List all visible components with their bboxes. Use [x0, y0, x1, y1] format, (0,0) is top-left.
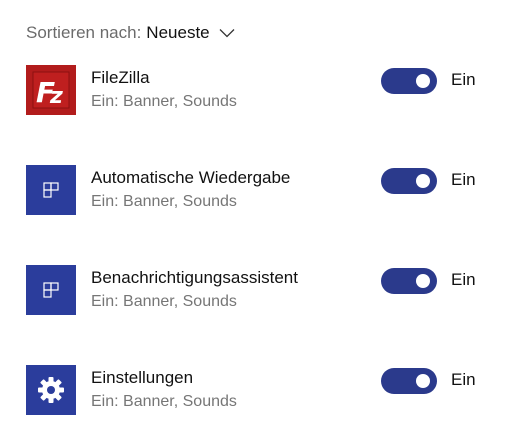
toggle-knob — [416, 74, 430, 88]
toggle-knob — [416, 374, 430, 388]
sort-label: Sortieren nach: — [26, 23, 142, 42]
app-subtitle: Ein: Banner, Sounds — [91, 93, 237, 110]
app-placeholder-icon — [26, 265, 76, 315]
app-text: Benachrichtigungsassistent Ein: Banner, … — [91, 267, 298, 312]
sort-dropdown[interactable]: Sortieren nach: Neueste — [26, 21, 235, 45]
toggle-state-label: Ein — [451, 270, 476, 289]
notification-toggle[interactable] — [381, 268, 437, 294]
app-placeholder-icon — [26, 165, 76, 215]
toggle-knob — [416, 274, 430, 288]
app-subtitle: Ein: Banner, Sounds — [91, 193, 237, 210]
app-subtitle: Ein: Banner, Sounds — [91, 393, 237, 410]
sort-value[interactable]: Neueste — [146, 23, 209, 43]
app-subtitle: Ein: Banner, Sounds — [91, 293, 237, 310]
notification-toggle[interactable] — [381, 68, 437, 94]
toggle-state-label: Ein — [451, 170, 476, 189]
app-row-einstellungen[interactable]: Einstellungen Ein: Banner, Sounds Ein — [26, 365, 496, 417]
toggle-knob — [416, 174, 430, 188]
notification-toggle[interactable] — [381, 368, 437, 394]
app-name: FileZilla — [91, 68, 150, 87]
app-text: Einstellungen Ein: Banner, Sounds — [91, 367, 237, 412]
app-name: Automatische Wiedergabe — [91, 168, 291, 187]
app-text: FileZilla Ein: Banner, Sounds — [91, 67, 237, 112]
app-row-benachrichtigungsassistent[interactable]: Benachrichtigungsassistent Ein: Banner, … — [26, 265, 496, 317]
filezilla-icon: F z — [26, 65, 76, 115]
notification-toggle[interactable] — [381, 168, 437, 194]
app-text: Automatische Wiedergabe Ein: Banner, Sou… — [91, 167, 290, 212]
chevron-down-icon[interactable] — [219, 25, 235, 41]
toggle-state-label: Ein — [451, 370, 476, 389]
app-name: Einstellungen — [91, 368, 194, 387]
app-name: Benachrichtigungsassistent — [91, 268, 298, 287]
gear-icon — [26, 365, 76, 415]
svg-text:z: z — [49, 84, 63, 109]
toggle-state-label: Ein — [451, 70, 476, 89]
app-row-automatische-wiedergabe[interactable]: Automatische Wiedergabe Ein: Banner, Sou… — [26, 165, 496, 217]
notification-settings-page: Sortieren nach: Neueste F z FileZilla Ei… — [0, 0, 526, 444]
app-row-filezilla[interactable]: F z FileZilla Ein: Banner, Sounds Ein — [26, 65, 496, 117]
